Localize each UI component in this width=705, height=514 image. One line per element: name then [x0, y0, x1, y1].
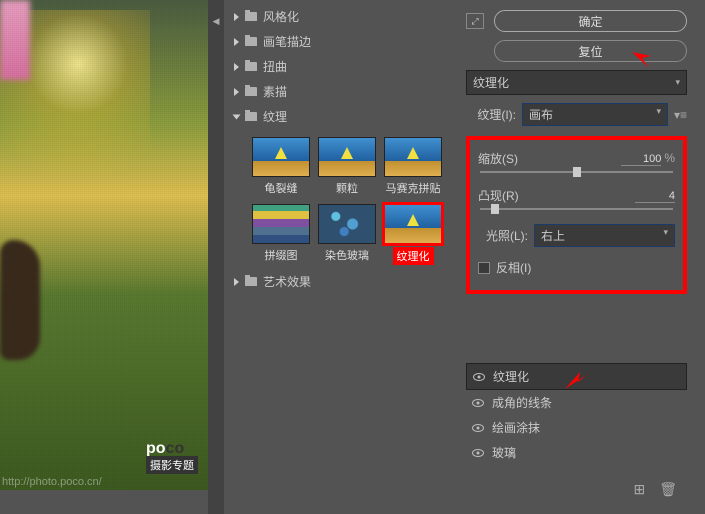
folder-stylize[interactable]: 风格化: [224, 4, 454, 29]
folder-label: 画笔描边: [263, 33, 311, 50]
relief-label: 凸现(R): [478, 187, 519, 204]
folder-texture[interactable]: 纹理: [224, 104, 454, 129]
thumb-craquelure[interactable]: 龟裂缝: [252, 137, 310, 196]
scale-slider[interactable]: [480, 171, 673, 173]
expand-button[interactable]: ⤢: [466, 13, 484, 29]
relief-slider[interactable]: [480, 208, 673, 210]
ok-button[interactable]: 确定: [494, 10, 687, 32]
thumb-texturizer[interactable]: 纹理化: [384, 204, 442, 265]
light-dropdown[interactable]: 右上 ▾: [534, 224, 675, 247]
effect-label: 纹理化: [493, 368, 529, 385]
effect-label: 玻璃: [492, 444, 516, 461]
watermark-subtitle: 摄影专题: [146, 456, 198, 474]
light-label: 光照(L):: [478, 227, 528, 244]
thumb-mosaic[interactable]: 马赛克拼贴: [384, 137, 442, 196]
texture-dropdown[interactable]: 画布 ▾: [522, 103, 668, 126]
visibility-icon[interactable]: [473, 373, 485, 381]
thumb-stained-glass[interactable]: 染色玻璃: [318, 204, 376, 265]
effect-row-paint[interactable]: 绘画涂抹: [466, 415, 687, 440]
chevron-down-icon: ▾: [656, 106, 661, 123]
effect-row-glass[interactable]: 玻璃: [466, 440, 687, 465]
chevron-down-icon: ▾: [663, 227, 668, 244]
reset-button[interactable]: 复位: [494, 40, 687, 62]
folder-label: 扭曲: [263, 58, 287, 75]
effects-list: 纹理化 成角的线条 绘画涂抹 玻璃: [466, 363, 687, 465]
texture-thumbnails: 龟裂缝 颗粒 马赛克拼贴 拼缀图 染色玻璃 纹理化: [224, 129, 454, 269]
invert-checkbox[interactable]: [478, 262, 490, 274]
trash-icon[interactable]: 🗑: [659, 481, 677, 498]
visibility-icon[interactable]: [472, 399, 484, 407]
effect-row-texturizer[interactable]: 纹理化: [466, 363, 687, 390]
texture-label: 纹理(I):: [466, 106, 516, 123]
texture-dropdown-value: 画布: [529, 106, 553, 123]
visibility-icon[interactable]: [472, 424, 484, 432]
folder-label: 纹理: [263, 108, 287, 125]
folder-sketch[interactable]: 素描: [224, 79, 454, 104]
effect-label: 绘画涂抹: [492, 419, 540, 436]
invert-label: 反相(I): [496, 259, 531, 276]
effect-label: 成角的线条: [492, 394, 552, 411]
folder-label: 艺术效果: [263, 273, 311, 290]
light-dropdown-value: 右上: [541, 227, 565, 244]
pane-divider[interactable]: ◀: [208, 0, 224, 514]
watermark-url: http://photo.poco.cn/: [0, 474, 104, 490]
filter-dropdown[interactable]: 纹理化 ▾: [466, 70, 687, 95]
preview-pane[interactable]: poco 摄影专题 http://photo.poco.cn/: [0, 0, 208, 490]
thumb-patchwork[interactable]: 拼缀图: [252, 204, 310, 265]
folder-label: 素描: [263, 83, 287, 100]
highlighted-controls: 缩放(S) % 凸现(R) 光照(L): 右上 ▾: [466, 136, 687, 294]
folder-distort[interactable]: 扭曲: [224, 54, 454, 79]
new-effect-icon[interactable]: ⊞: [633, 481, 645, 498]
texture-options-icon[interactable]: ▾≡: [674, 108, 687, 122]
filter-dropdown-label: 纹理化: [473, 74, 509, 91]
scale-input[interactable]: [621, 153, 661, 166]
folder-artistic[interactable]: 艺术效果: [224, 269, 454, 294]
filter-tree: 风格化 画笔描边 扭曲 素描 纹理 龟裂缝 颗粒 马赛克拼贴 拼缀图 染色玻璃 …: [224, 0, 454, 514]
folder-brushstrokes[interactable]: 画笔描边: [224, 29, 454, 54]
scale-label: 缩放(S): [478, 150, 518, 167]
chevron-down-icon: ▾: [675, 77, 680, 88]
effect-row-angled[interactable]: 成角的线条: [466, 390, 687, 415]
relief-input[interactable]: [635, 190, 675, 203]
folder-label: 风格化: [263, 8, 299, 25]
thumb-grain[interactable]: 颗粒: [318, 137, 376, 196]
collapse-icon: ◀: [213, 16, 220, 27]
controls-panel: ⤢ 确定 复位 纹理化 ▾ 纹理(I): 画布 ▾ ▾≡ 缩放(S) %: [454, 0, 705, 514]
visibility-icon[interactable]: [472, 449, 484, 457]
